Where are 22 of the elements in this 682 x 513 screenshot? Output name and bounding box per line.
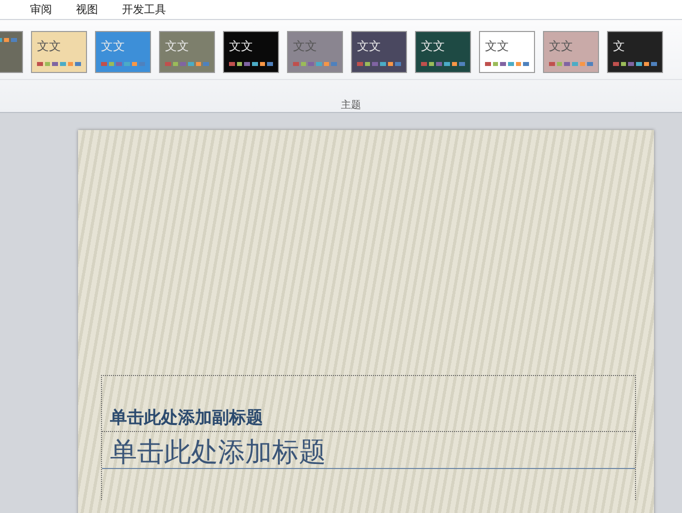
group-label: 主题	[340, 98, 362, 112]
ribbon-tab[interactable]: 审阅	[18, 2, 64, 17]
color-swatch-icon	[613, 62, 657, 66]
theme-thumbnail[interactable]: 文文	[479, 31, 535, 73]
theme-thumbnail[interactable]: 文文	[351, 31, 407, 73]
color-swatch-icon	[549, 62, 593, 66]
color-swatch-icon	[421, 62, 465, 66]
theme-thumbnail[interactable]: 文文	[415, 31, 471, 73]
subtitle-placeholder[interactable]: 单击此处添加副标题	[110, 406, 627, 431]
color-swatch-icon	[37, 62, 81, 66]
theme-thumbnail[interactable]: 文	[607, 31, 663, 73]
theme-thumbnail[interactable]: 文文	[31, 31, 87, 73]
title-placeholder[interactable]: 单击此处添加标题	[110, 434, 326, 470]
color-swatch-icon	[357, 62, 401, 66]
color-swatch-icon	[101, 62, 145, 66]
color-swatch-icon	[293, 62, 337, 66]
color-swatch-icon	[229, 62, 273, 66]
ribbon-tab[interactable]: 开发工具	[110, 2, 178, 17]
color-swatch-icon	[485, 62, 529, 66]
ribbon-tab[interactable]: 视图	[64, 2, 110, 17]
theme-thumbnail[interactable]: 文文	[223, 31, 279, 73]
color-swatch-icon	[165, 62, 209, 66]
